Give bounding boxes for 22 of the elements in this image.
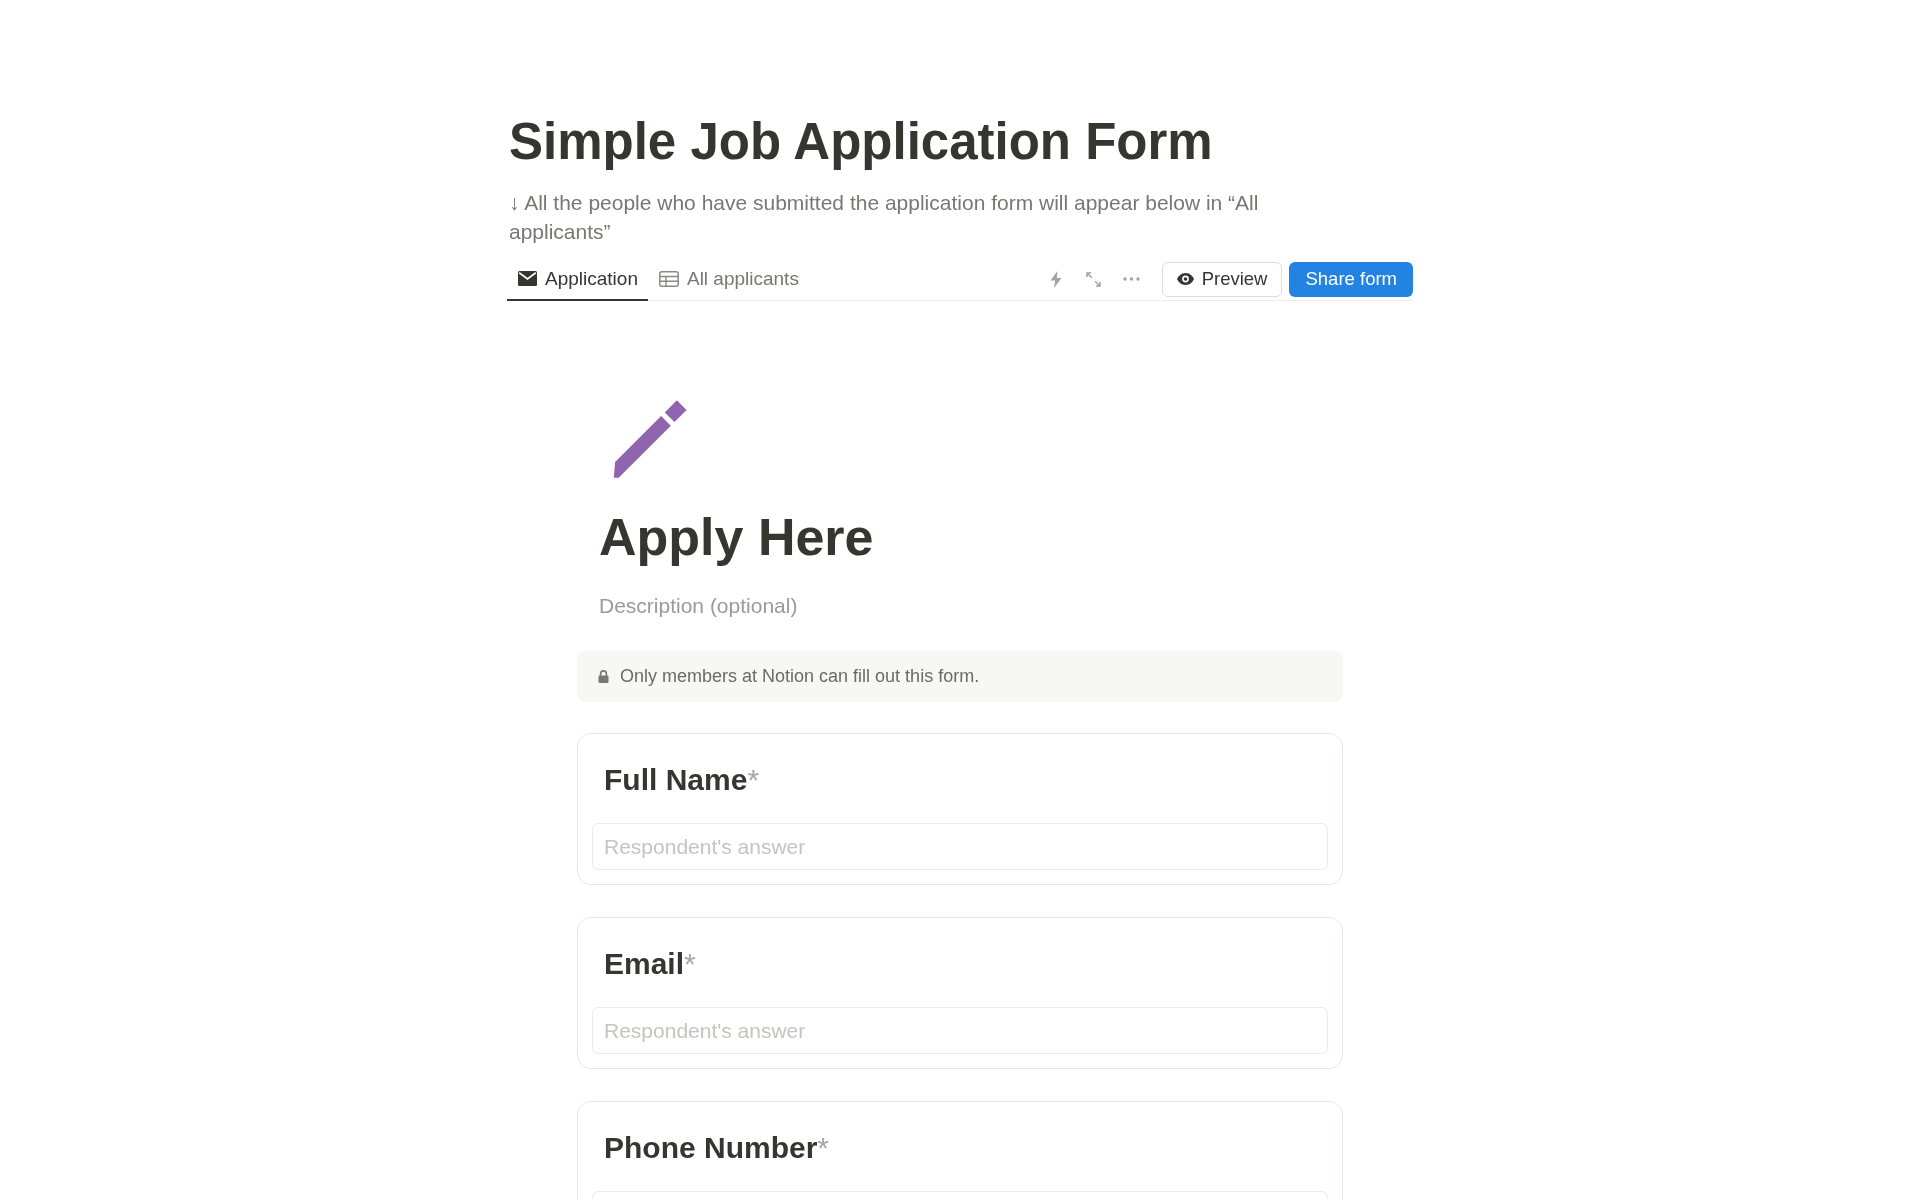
- pencil-icon: [612, 400, 688, 478]
- expand-icon[interactable]: [1085, 271, 1101, 287]
- table-icon: [658, 270, 679, 287]
- more-icon[interactable]: [1122, 277, 1140, 281]
- page-description: ↓ All the people who have submitted the application form will appear below in “All applicants”: [509, 190, 1260, 245]
- description-field[interactable]: Description (optional): [599, 591, 999, 621]
- answer-field[interactable]: Respondent's answer: [592, 823, 1328, 870]
- question-label: Email*: [604, 946, 697, 982]
- answer-field[interactable]: Respondent's answer: [592, 1007, 1328, 1054]
- page-title: Simple Job Application Form: [509, 112, 1214, 172]
- preview-button[interactable]: Preview: [1161, 261, 1283, 297]
- question-label: Full Name*: [604, 762, 761, 798]
- notice-text: Only members at Notion can fill out this form.: [620, 666, 980, 687]
- envelope-icon: [518, 271, 537, 286]
- eye-icon: [1176, 273, 1194, 285]
- form-title: Apply Here: [599, 507, 875, 568]
- question-label: Phone Number*: [604, 1130, 831, 1166]
- lightning-icon[interactable]: [1049, 270, 1062, 288]
- share-form-button[interactable]: Share form: [1289, 261, 1413, 297]
- lock-icon: [598, 670, 609, 683]
- view-tab[interactable]: Application: [507, 258, 648, 301]
- view-tab[interactable]: All applicants: [647, 258, 809, 301]
